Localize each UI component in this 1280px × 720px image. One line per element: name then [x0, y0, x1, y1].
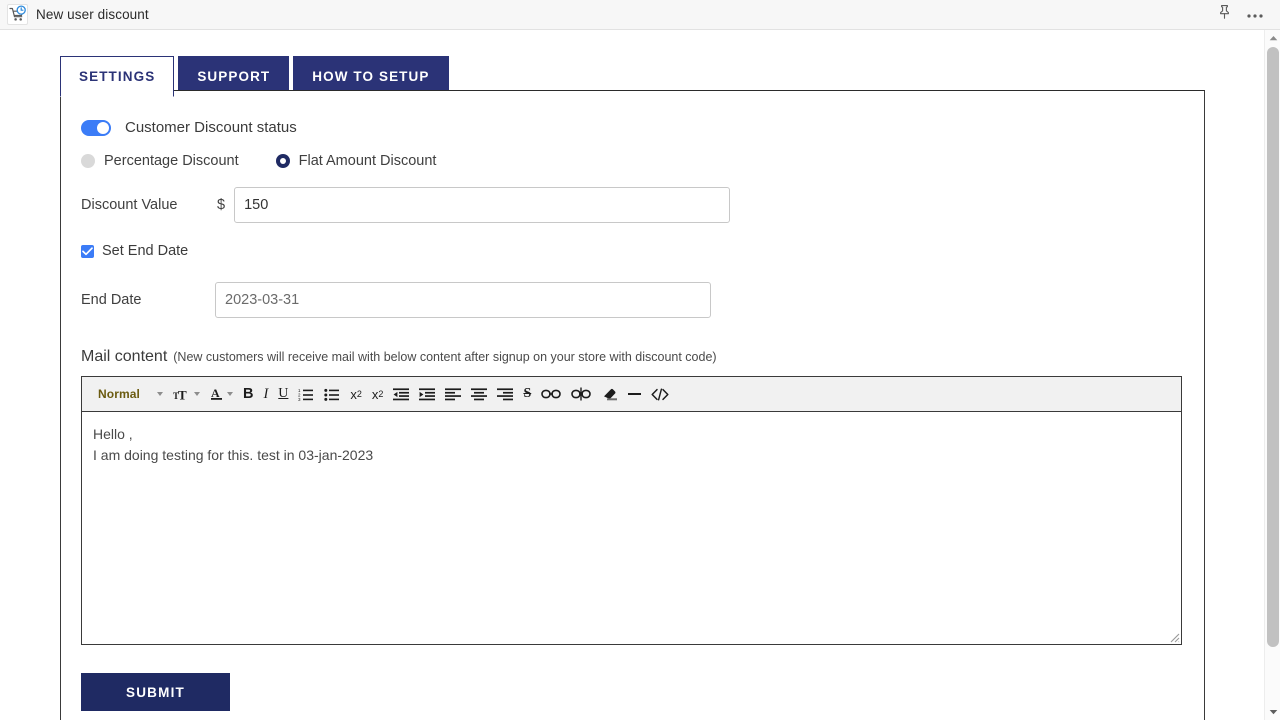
tab-support-label: SUPPORT [197, 69, 271, 84]
link-icon[interactable] [536, 382, 566, 406]
code-icon[interactable] [646, 382, 674, 406]
titlebar-left: New user discount [0, 4, 149, 25]
window-title: New user discount [36, 7, 149, 22]
font-size-icon[interactable]: T T [168, 382, 205, 406]
font-color-icon[interactable]: A [205, 382, 238, 406]
tab-settings[interactable]: SETTINGS [60, 56, 175, 97]
page-scrollbar[interactable] [1264, 30, 1280, 720]
align-right-icon[interactable] [492, 382, 518, 406]
editor-toolbar: Normal T T A B I U 1 2 3 x 2 x 2 S [82, 377, 1181, 412]
scrollbar-thumb[interactable] [1267, 47, 1279, 647]
superscript-icon[interactable]: x2 [367, 382, 389, 406]
more-options-icon[interactable] [1246, 6, 1264, 24]
pin-icon[interactable] [1217, 4, 1232, 25]
radio-flat-amount-discount[interactable] [275, 154, 290, 168]
horizontal-rule-icon[interactable] [623, 382, 646, 406]
indent-icon[interactable] [414, 382, 440, 406]
customer-discount-status-label: Customer Discount status [125, 119, 297, 136]
mail-content-title: Mail content [81, 348, 168, 365]
tab-how-to-setup-label: HOW TO SETUP [312, 69, 430, 84]
strikethrough-icon[interactable]: S [518, 382, 536, 406]
toggle-knob [97, 121, 109, 134]
end-date-row: End Date [81, 282, 1184, 318]
discount-value-input[interactable] [234, 187, 731, 223]
mail-content-editor-body[interactable]: Hello , I am doing testing for this. tes… [82, 412, 1181, 644]
editor-line-1: Hello , [93, 426, 133, 442]
svg-text:T: T [178, 387, 187, 402]
bold-icon[interactable]: B [238, 382, 258, 406]
currency-symbol: $ [217, 197, 226, 213]
bold-glyph: B [242, 386, 254, 402]
customer-discount-status-row: Customer Discount status [81, 119, 1184, 136]
page-content: SETTINGS SUPPORT HOW TO SETUP Customer D… [0, 30, 1280, 720]
italic-icon[interactable]: I [258, 382, 273, 406]
chevron-down-icon [226, 392, 233, 396]
clear-format-icon[interactable] [596, 382, 623, 406]
titlebar-right [1217, 4, 1280, 25]
editor-line-2: I am doing testing for this. test in 03-… [93, 446, 374, 463]
horizontal-rule-glyph [628, 393, 642, 395]
chevron-down-icon [193, 392, 200, 396]
style-select-dropdown[interactable]: Normal [90, 382, 149, 406]
radio-percentage-discount-label[interactable]: Percentage Discount [104, 153, 239, 169]
mail-content-header: Mail content (New customers will receive… [81, 348, 1184, 366]
underline-icon[interactable]: U [273, 382, 293, 406]
shopping-cart-icon [7, 4, 28, 25]
radio-flat-amount-discount-label[interactable]: Flat Amount Discount [299, 153, 437, 169]
editor-resize-handle[interactable] [1167, 630, 1180, 643]
outdent-icon[interactable] [388, 382, 414, 406]
chevron-down-icon [156, 392, 163, 396]
strikethrough-glyph: S [523, 386, 532, 401]
discount-type-group: Percentage Discount Flat Amount Discount [81, 153, 1184, 169]
underline-glyph: U [278, 386, 289, 401]
submit-button-label: SUBMIT [126, 684, 185, 700]
scroll-down-icon[interactable] [1265, 704, 1280, 720]
unlink-icon[interactable] [566, 382, 596, 406]
end-date-input[interactable] [215, 282, 711, 318]
subscript-icon[interactable]: x2 [345, 382, 367, 406]
align-left-icon[interactable] [440, 382, 466, 406]
set-end-date-label[interactable]: Set End Date [102, 243, 188, 259]
svg-text:3: 3 [298, 397, 301, 401]
scroll-up-icon[interactable] [1265, 30, 1280, 46]
mail-content-hint: (New customers will receive mail with be… [173, 350, 717, 364]
svg-text:A: A [211, 386, 220, 400]
end-date-label: End Date [81, 292, 142, 308]
submit-button[interactable]: SUBMIT [81, 673, 230, 711]
rich-text-editor: Normal T T A B I U 1 2 3 x 2 x 2 S Hello… [81, 376, 1182, 645]
tab-settings-label: SETTINGS [79, 69, 156, 84]
align-center-icon[interactable] [466, 382, 492, 406]
settings-form: Customer Discount status Percentage Disc… [61, 91, 1204, 711]
style-select-value: Normal [98, 387, 140, 401]
radio-percentage-discount[interactable] [81, 154, 95, 168]
unordered-list-icon[interactable] [319, 382, 345, 406]
set-end-date-row: Set End Date [81, 243, 1184, 259]
ordered-list-icon[interactable]: 1 2 3 [293, 382, 319, 406]
discount-value-row: Discount Value $ [81, 187, 1184, 223]
discount-value-label: Discount Value [81, 197, 178, 213]
italic-glyph: I [263, 385, 269, 402]
window-titlebar: New user discount [0, 0, 1280, 30]
settings-panel: Customer Discount status Percentage Disc… [60, 90, 1205, 720]
style-select-caret[interactable] [149, 382, 168, 406]
set-end-date-checkbox[interactable] [81, 244, 94, 258]
customer-discount-status-toggle[interactable] [81, 119, 111, 136]
